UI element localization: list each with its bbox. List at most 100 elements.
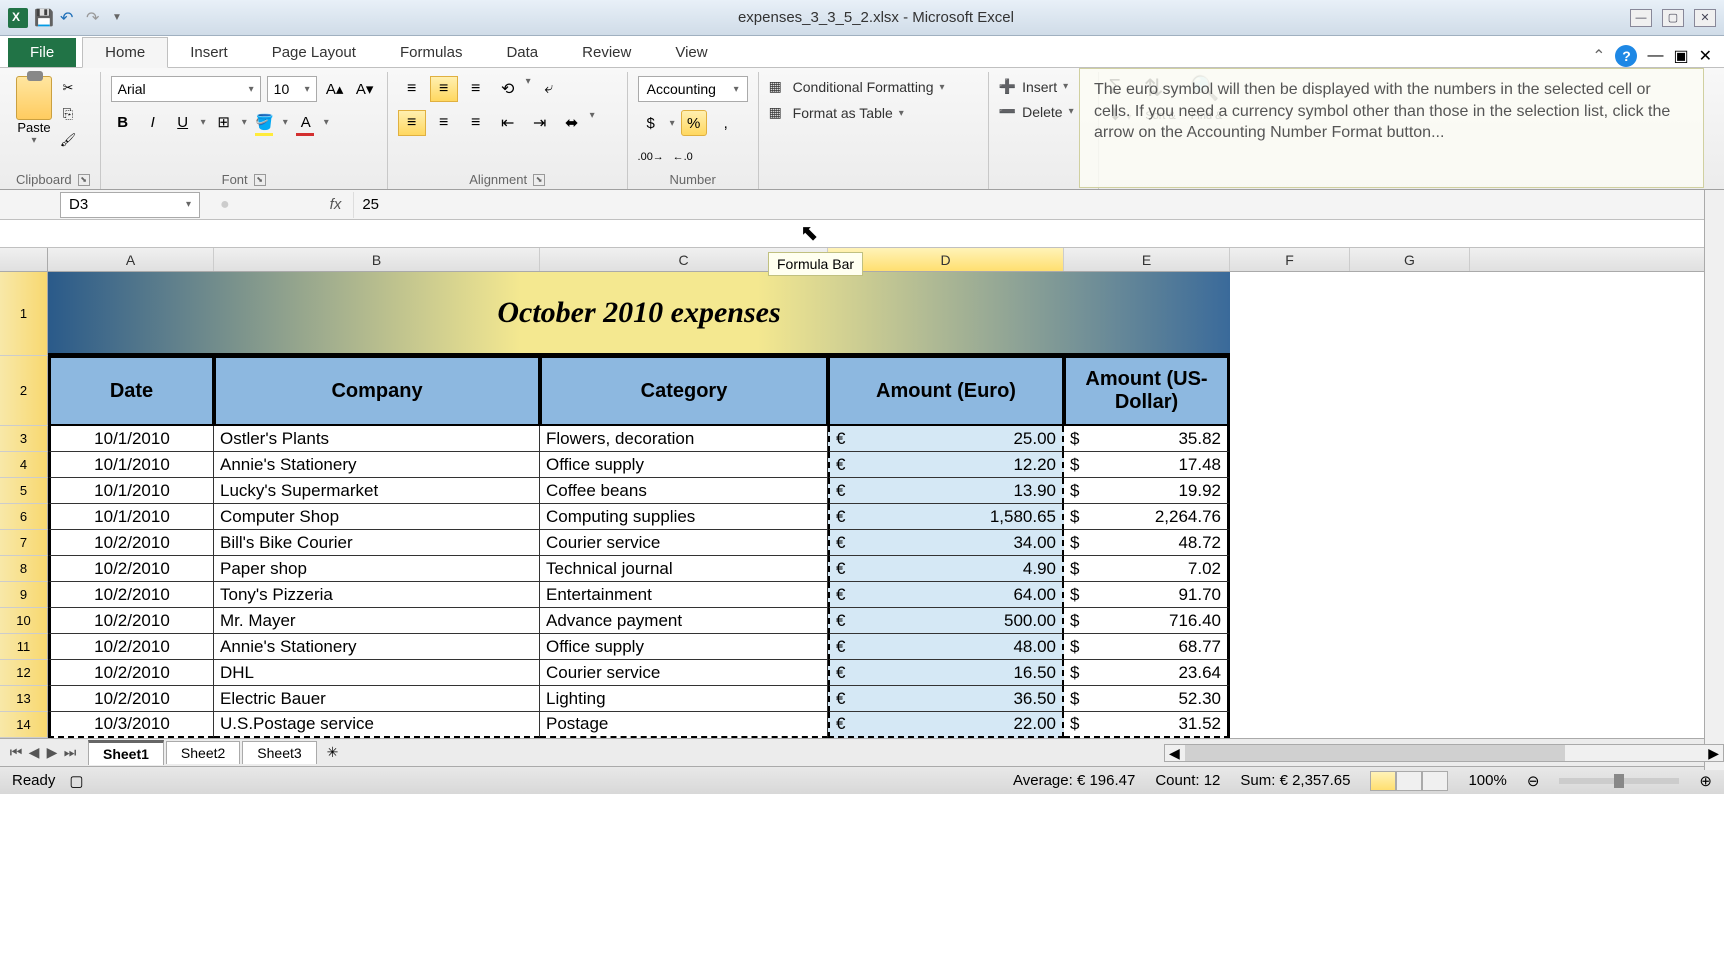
view-tab[interactable]: View [653, 38, 729, 67]
cell-date[interactable]: 10/1/2010 [48, 504, 214, 530]
cell-date[interactable]: 10/2/2010 [48, 660, 214, 686]
cell-usd[interactable]: $35.82 [1064, 426, 1230, 452]
cell-usd[interactable]: $17.48 [1064, 452, 1230, 478]
minimize-ribbon-icon[interactable]: ⌃ [1592, 46, 1605, 66]
name-box[interactable]: D3▾ [60, 192, 200, 218]
bold-button[interactable]: B [111, 110, 135, 134]
col-header-e[interactable]: E [1064, 248, 1230, 271]
row-header-6[interactable]: 6 [0, 504, 48, 530]
scroll-left-icon[interactable]: ◀ [1169, 745, 1180, 762]
insert-tab[interactable]: Insert [168, 38, 250, 67]
macro-record-icon[interactable]: ▢ [69, 772, 83, 790]
zoom-out-icon[interactable]: ⊖ [1527, 772, 1540, 790]
save-icon[interactable]: 💾 [34, 8, 54, 28]
horizontal-scrollbar[interactable]: ◀ ▶ [1164, 744, 1724, 762]
cells-area[interactable]: October 2010 expenses Date Company Categ… [48, 272, 1724, 738]
cell-euro[interactable]: €16.50 [828, 660, 1064, 686]
row-header-3[interactable]: 3 [0, 426, 48, 452]
cell-date[interactable]: 10/2/2010 [48, 686, 214, 712]
cell-company[interactable]: Electric Bauer [214, 686, 540, 712]
cell-usd[interactable]: $2,264.76 [1064, 504, 1230, 530]
row-header-5[interactable]: 5 [0, 478, 48, 504]
col-header-d[interactable]: D [828, 248, 1064, 271]
cut-icon[interactable]: ✂ [58, 78, 78, 98]
cell-usd[interactable]: $48.72 [1064, 530, 1230, 556]
number-format-select[interactable]: Accounting▾ [638, 76, 748, 102]
doc-minimize-icon[interactable]: — [1647, 47, 1663, 65]
merge-center-icon[interactable]: ⬌ [558, 110, 586, 136]
cell-company[interactable]: Computer Shop [214, 504, 540, 530]
align-right-icon[interactable]: ≡ [462, 110, 490, 136]
cell-date[interactable]: 10/2/2010 [48, 582, 214, 608]
cell-category[interactable]: Computing supplies [540, 504, 828, 530]
row-header-4[interactable]: 4 [0, 452, 48, 478]
row-header-2[interactable]: 2 [0, 356, 48, 426]
row-header-10[interactable]: 10 [0, 608, 48, 634]
prev-sheet-icon[interactable]: ◀ [26, 745, 42, 761]
orientation-icon[interactable]: ⟲ [494, 76, 522, 102]
cell-date[interactable]: 10/2/2010 [48, 634, 214, 660]
cell-category[interactable]: Lighting [540, 686, 828, 712]
header-euro[interactable]: Amount (Euro) [828, 356, 1064, 426]
last-sheet-icon[interactable]: ⏭ [62, 745, 78, 761]
cell-euro[interactable]: €13.90 [828, 478, 1064, 504]
row-header-8[interactable]: 8 [0, 556, 48, 582]
first-sheet-icon[interactable]: ⏮ [8, 745, 24, 761]
new-sheet-icon[interactable]: ✳ [327, 744, 339, 761]
review-tab[interactable]: Review [560, 38, 653, 67]
percent-format-icon[interactable]: % [681, 110, 707, 136]
doc-restore-icon[interactable]: ▣ [1673, 46, 1688, 66]
paste-button[interactable]: Paste ▾ [16, 76, 52, 146]
cell-usd[interactable]: $7.02 [1064, 556, 1230, 582]
cell-category[interactable]: Office supply [540, 634, 828, 660]
cell-euro[interactable]: €22.00 [828, 712, 1064, 738]
cell-company[interactable]: Tony's Pizzeria [214, 582, 540, 608]
cell-date[interactable]: 10/1/2010 [48, 426, 214, 452]
fx-icon[interactable]: fx [330, 196, 342, 213]
zoom-slider[interactable] [1559, 778, 1679, 784]
select-all-corner[interactable] [0, 248, 48, 271]
accounting-format-icon[interactable]: $ [638, 110, 664, 136]
alignment-launcher-icon[interactable]: ⬊ [533, 174, 545, 186]
wrap-text-icon[interactable]: ⤶ [535, 76, 563, 102]
row-header-12[interactable]: 12 [0, 660, 48, 686]
next-sheet-icon[interactable]: ▶ [44, 745, 60, 761]
cell-category[interactable]: Postage [540, 712, 828, 738]
increase-decimal-icon[interactable]: .00→ [638, 144, 664, 170]
border-icon[interactable]: ⊞ [212, 110, 236, 134]
cell-euro[interactable]: €64.00 [828, 582, 1064, 608]
table-title[interactable]: October 2010 expenses [48, 272, 1230, 356]
col-header-a[interactable]: A [48, 248, 214, 271]
cell-euro[interactable]: €500.00 [828, 608, 1064, 634]
cell-euro[interactable]: €48.00 [828, 634, 1064, 660]
row-header-11[interactable]: 11 [0, 634, 48, 660]
insert-cells-button[interactable]: ➕Insert▾ [999, 76, 1068, 97]
cell-euro[interactable]: €12.20 [828, 452, 1064, 478]
cell-company[interactable]: Annie's Stationery [214, 452, 540, 478]
cell-usd[interactable]: $23.64 [1064, 660, 1230, 686]
page-layout-tab[interactable]: Page Layout [250, 38, 378, 67]
header-usd[interactable]: Amount (US-Dollar) [1064, 356, 1230, 426]
cell-category[interactable]: Entertainment [540, 582, 828, 608]
format-painter-icon[interactable]: 🖌 [58, 130, 78, 150]
sheet1-tab[interactable]: Sheet1 [88, 740, 164, 765]
home-tab[interactable]: Home [82, 37, 168, 68]
font-color-icon[interactable]: A [294, 110, 318, 134]
cancel-formula-icon[interactable]: ● [220, 196, 230, 214]
doc-close-icon[interactable]: ✕ [1699, 46, 1712, 66]
fill-color-icon[interactable]: 🪣 [253, 110, 277, 134]
cell-date[interactable]: 10/1/2010 [48, 452, 214, 478]
normal-view-icon[interactable] [1370, 771, 1396, 791]
col-header-f[interactable]: F [1230, 248, 1350, 271]
cell-euro[interactable]: €34.00 [828, 530, 1064, 556]
cell-date[interactable]: 10/3/2010 [48, 712, 214, 738]
underline-button[interactable]: U [171, 110, 195, 134]
cell-date[interactable]: 10/2/2010 [48, 608, 214, 634]
redo-icon[interactable]: ↷ [86, 8, 106, 28]
file-tab[interactable]: File [8, 38, 76, 67]
cell-usd[interactable]: $52.30 [1064, 686, 1230, 712]
align-bottom-icon[interactable]: ≡ [462, 76, 490, 102]
header-date[interactable]: Date [48, 356, 214, 426]
cell-company[interactable]: U.S.Postage service [214, 712, 540, 738]
header-category[interactable]: Category [540, 356, 828, 426]
